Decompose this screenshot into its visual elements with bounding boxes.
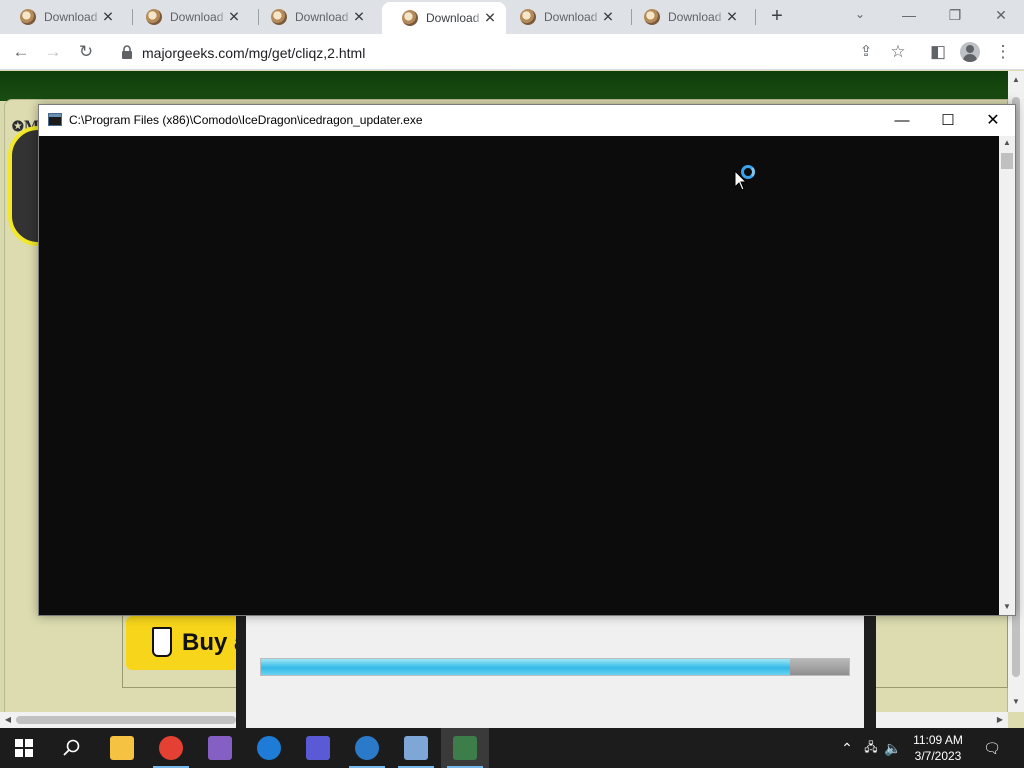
coffee-cup-icon xyxy=(152,627,172,657)
taskbar-app-p-app[interactable] xyxy=(294,728,342,768)
install-progress-bar xyxy=(260,658,850,676)
majorgeeks-favicon-icon xyxy=(271,9,287,25)
console-close-button[interactable]: ✕ xyxy=(970,105,1016,136)
scroll-down-arrow-icon[interactable]: ▼ xyxy=(1008,697,1024,706)
install-progress-fill xyxy=(261,659,791,675)
install-progress-remaining xyxy=(790,659,849,675)
tab-close-icon[interactable]: ✕ xyxy=(351,9,367,26)
tab-close-icon[interactable]: ✕ xyxy=(600,9,616,26)
tab-close-icon[interactable]: ✕ xyxy=(724,9,740,26)
tab-title: Download xyxy=(426,11,480,25)
tab-search-chevron-icon[interactable]: ⌄ xyxy=(855,7,865,21)
majorgeeks-favicon-icon xyxy=(644,9,660,25)
console-titlebar[interactable]: C:\Program Files (x86)\Comodo\IceDragon\… xyxy=(39,105,1015,136)
url-text[interactable]: majorgeeks.com/mg/get/cliqz,2.html xyxy=(142,45,365,61)
side-panel-icon[interactable]: ◧ xyxy=(928,42,948,62)
taskbar-app-visual-studio[interactable] xyxy=(196,728,244,768)
search-button[interactable] xyxy=(48,728,96,768)
console-app-icon xyxy=(453,736,477,760)
tab-strip: Download ✕ Download ✕ Download ✕ Downloa… xyxy=(0,0,1024,34)
tab-divider xyxy=(755,9,756,25)
console-scroll-thumb[interactable] xyxy=(1001,153,1013,169)
lock-icon[interactable] xyxy=(120,44,134,60)
console-app-icon xyxy=(48,113,62,126)
bookmark-star-icon[interactable]: ☆ xyxy=(888,42,908,62)
tab-close-icon[interactable]: ✕ xyxy=(100,9,116,26)
taskbar-clock[interactable]: 11:09 AM 3/7/2023 xyxy=(904,732,972,764)
taskbar-app-comodo-dragon[interactable] xyxy=(343,728,391,768)
start-button[interactable] xyxy=(0,728,48,768)
volume-icon[interactable]: 🔈 xyxy=(883,728,903,768)
visual-studio-icon xyxy=(208,736,232,760)
taskbar-app-file-explorer[interactable] xyxy=(98,728,146,768)
console-title: C:\Program Files (x86)\Comodo\IceDragon\… xyxy=(69,113,423,127)
windows-taskbar: ⌃ 🖧 🔈 11:09 AM 3/7/2023 🗨 xyxy=(0,728,1024,768)
clock-time: 11:09 AM xyxy=(913,733,963,747)
busy-spinner-icon xyxy=(741,165,755,179)
browser-minimize-button[interactable]: — xyxy=(894,4,924,26)
browser-close-button[interactable]: ✕ xyxy=(986,4,1016,26)
installer-window xyxy=(236,600,876,728)
tab-title: Download xyxy=(295,10,349,24)
browser-tab[interactable]: Download ✕ xyxy=(126,0,250,34)
comodo-dragon-icon xyxy=(355,736,379,760)
show-hidden-icons-chevron-icon[interactable]: ⌃ xyxy=(838,728,856,768)
share-icon[interactable]: ⇪ xyxy=(856,42,876,62)
console-minimize-button[interactable]: — xyxy=(879,105,925,136)
scroll-left-arrow-icon[interactable]: ◀ xyxy=(0,715,16,724)
setup-app-icon xyxy=(404,736,428,760)
taskbar-app-chrome[interactable] xyxy=(147,728,195,768)
browser-tab-active[interactable]: Download ✕ xyxy=(382,2,506,34)
console-maximize-button[interactable]: ☐ xyxy=(925,105,971,136)
chrome-icon xyxy=(159,736,183,760)
windows-logo-icon xyxy=(15,739,33,757)
back-arrow-icon[interactable]: ← xyxy=(11,42,31,62)
clock-date: 3/7/2023 xyxy=(914,749,962,763)
majorgeeks-favicon-icon xyxy=(20,9,36,25)
console-window: C:\Program Files (x86)\Comodo\IceDragon\… xyxy=(38,104,1016,616)
majorgeeks-favicon-icon xyxy=(402,10,418,26)
console-scrollbar[interactable]: ▲ ▼ xyxy=(999,136,1015,615)
p-app-icon xyxy=(306,736,330,760)
ccleaner-icon xyxy=(257,736,281,760)
browser-tab[interactable]: Download ✕ xyxy=(500,0,624,34)
majorgeeks-favicon-icon xyxy=(146,9,162,25)
tab-title: Download xyxy=(668,10,722,24)
forward-arrow-icon[interactable]: → xyxy=(43,42,63,62)
taskbar-app-setup-app[interactable] xyxy=(392,728,440,768)
network-icon[interactable]: 🖧 xyxy=(861,728,881,768)
tab-title: Download xyxy=(44,10,98,24)
majorgeeks-favicon-icon xyxy=(520,9,536,25)
new-tab-button[interactable]: + xyxy=(767,6,787,26)
browser-tab[interactable]: Download ✕ xyxy=(624,0,748,34)
browser-restore-button[interactable]: ❐ xyxy=(940,4,970,26)
search-icon xyxy=(63,739,80,756)
console-scroll-down-icon[interactable]: ▼ xyxy=(999,602,1015,611)
taskbar-app-console-app[interactable] xyxy=(441,728,489,768)
chrome-menu-icon[interactable]: ⋮ xyxy=(993,42,1013,62)
console-output[interactable] xyxy=(39,136,999,615)
browser-toolbar: ← → ↻ majorgeeks.com/mg/get/cliqz,2.html… xyxy=(0,34,1024,70)
reload-icon[interactable]: ↻ xyxy=(76,42,96,62)
file-explorer-icon xyxy=(110,736,134,760)
browser-tab[interactable]: Download ✕ xyxy=(251,0,375,34)
browser-tab[interactable]: Download ✕ xyxy=(0,0,124,34)
notifications-icon[interactable]: 🗨 xyxy=(980,728,1004,768)
page-hscroll-thumb[interactable] xyxy=(16,716,236,724)
tab-title: Download xyxy=(170,10,224,24)
tab-close-icon[interactable]: ✕ xyxy=(482,10,498,27)
scroll-right-arrow-icon[interactable]: ▶ xyxy=(992,715,1008,724)
installer-body xyxy=(246,600,864,728)
scroll-up-arrow-icon[interactable]: ▲ xyxy=(1008,75,1024,84)
console-scroll-up-icon[interactable]: ▲ xyxy=(999,138,1015,147)
tab-close-icon[interactable]: ✕ xyxy=(226,9,242,26)
address-bar[interactable]: majorgeeks.com/mg/get/cliqz,2.html xyxy=(108,38,920,66)
taskbar-app-ccleaner[interactable] xyxy=(245,728,293,768)
tab-title: Download xyxy=(544,10,598,24)
buy-coffee-button[interactable]: Buy a xyxy=(126,616,247,670)
profile-avatar-icon[interactable] xyxy=(960,42,980,62)
